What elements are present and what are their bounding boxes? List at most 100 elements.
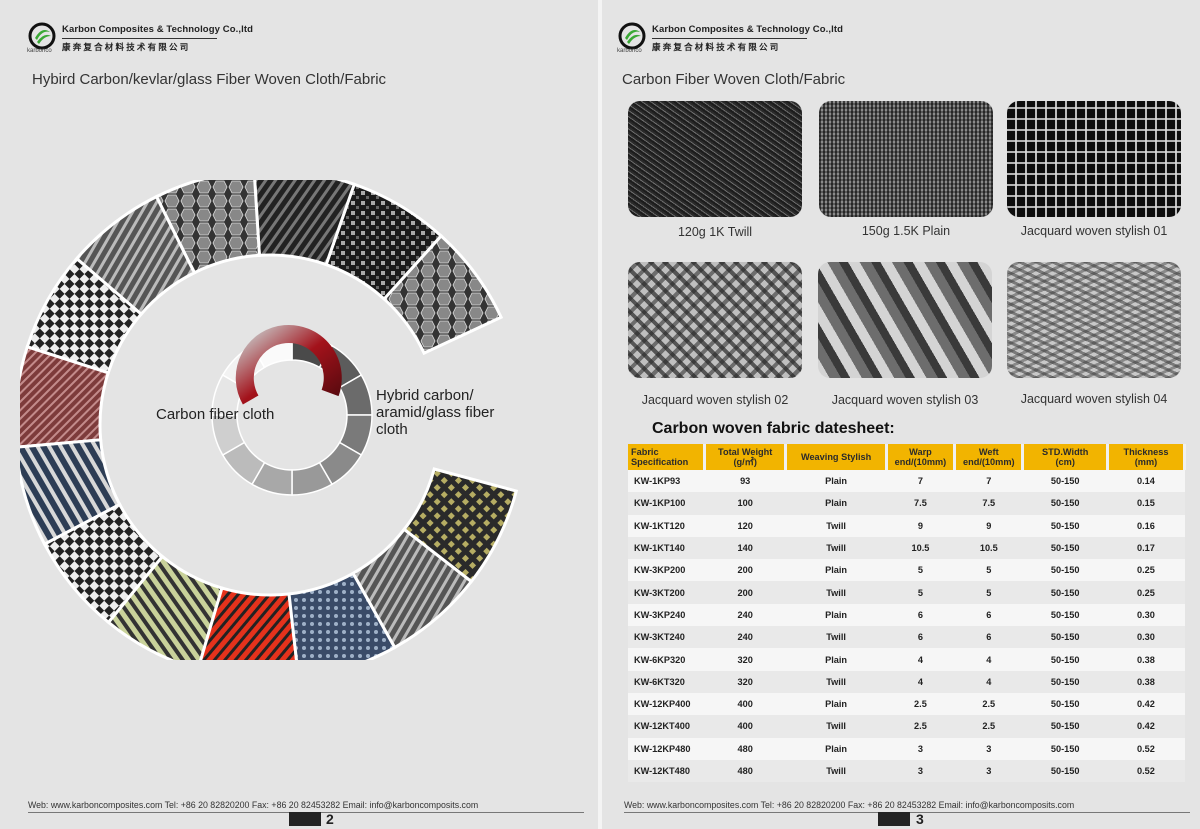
photo-caption: Jacquard woven stylish 01 [1020, 224, 1168, 238]
table-cell: 50-150 [1022, 692, 1108, 716]
table-cell: Plain [785, 603, 887, 627]
table-cell: Twill [785, 626, 887, 649]
brand-logo-text: karbonco [27, 48, 52, 54]
table-row: KW-12KT480 480 Twill 3 3 50-150 0.52 [628, 759, 1185, 783]
table-cell: 3 [886, 737, 955, 760]
table-cell: Plain [785, 648, 887, 671]
table-cell: 3 [954, 759, 1023, 783]
table-cell: 4 [954, 670, 1023, 693]
table-cell: 50-150 [1022, 514, 1108, 537]
table-cell: 200 [704, 559, 786, 582]
photo-caption: 150g 1.5K Plain [861, 224, 951, 238]
table-cell: 9 [886, 514, 955, 537]
brand-block: Karbon Composites & Technology Co.,ltd 康… [62, 24, 253, 53]
company-logo-icon [618, 22, 646, 50]
table-row: KW-6KT320 320 Twill 4 4 50-150 0.38 [628, 670, 1185, 693]
column-header: Weaving Stylish [785, 444, 888, 470]
table-cell: KW-6KT320 [628, 670, 705, 693]
table-cell: KW-3KT200 [628, 581, 705, 604]
table-cell: 0.25 [1107, 581, 1185, 604]
table-cell: 4 [954, 648, 1023, 671]
table-cell: 0.16 [1107, 514, 1185, 537]
table-cell: 2.5 [954, 692, 1023, 716]
page-number: 2 [326, 811, 334, 827]
table-cell: 100 [704, 492, 786, 515]
table-cell: 50-150 [1022, 559, 1108, 582]
table-cell: 2.5 [886, 715, 955, 738]
photo-caption: Jacquard woven stylish 03 [831, 393, 979, 407]
table-cell: 9 [954, 514, 1023, 537]
table-cell: 0.30 [1107, 603, 1185, 627]
table-cell: KW-1KP100 [628, 492, 705, 515]
datasheet-title: Carbon woven fabric datesheet: [652, 420, 895, 437]
table-cell: 0.38 [1107, 670, 1185, 693]
table-cell: 50-150 [1022, 737, 1108, 760]
table-cell: KW-12KT400 [628, 715, 705, 738]
table-cell: 200 [704, 581, 786, 604]
table-cell: 7.5 [954, 492, 1023, 515]
page-title: Hybird Carbon/kevlar/glass Fiber Woven C… [32, 71, 387, 88]
table-cell: 0.25 [1107, 559, 1185, 582]
jacquard-01-photo [1007, 101, 1181, 217]
page-title: Carbon Fiber Woven Cloth/Fabric [622, 71, 846, 88]
column-header: STD.Width (cm) [1022, 444, 1109, 470]
table-cell: KW-6KP320 [628, 648, 705, 671]
table-cell: Plain [785, 492, 887, 515]
table-cell: 7 [886, 470, 955, 493]
table-row: KW-1KP93 93 Plain 7 7 50-150 0.14 [628, 470, 1185, 493]
table-row: KW-3KT240 240 Twill 6 6 50-150 0.30 [628, 626, 1185, 649]
column-header: Thickness (mm) [1107, 444, 1187, 470]
table-cell: 240 [704, 626, 786, 649]
table-cell: KW-1KP93 [628, 470, 705, 493]
table-cell: 480 [704, 759, 786, 783]
table-cell: 0.17 [1107, 536, 1185, 560]
table-cell: 0.42 [1107, 692, 1185, 716]
table-cell: 10.5 [954, 536, 1023, 560]
jacquard-03-photo [818, 262, 992, 378]
table-cell: 50-150 [1022, 626, 1108, 649]
table-cell: 50-150 [1022, 581, 1108, 604]
table-cell: 6 [886, 603, 955, 627]
table-cell: 4 [886, 648, 955, 671]
photo-caption: Jacquard woven stylish 04 [1020, 392, 1168, 406]
table-cell: 93 [704, 470, 786, 493]
table-row: KW-6KP320 320 Plain 4 4 50-150 0.38 [628, 648, 1185, 671]
brand-name-en: Karbon Composites & Technology Co.,ltd [62, 24, 253, 35]
table-cell: 50-150 [1022, 603, 1108, 627]
page-number-tab [878, 812, 910, 826]
table-cell: 0.52 [1107, 737, 1185, 760]
photo-caption: Jacquard woven stylish 02 [641, 393, 789, 407]
table-cell: 2.5 [954, 715, 1023, 738]
table-cell: 50-150 [1022, 670, 1108, 693]
table-cell: 6 [954, 603, 1023, 627]
brand-logo-text: karbonco [617, 48, 642, 54]
column-header: Warp end/(10mm) [886, 444, 957, 470]
brand-divider [652, 38, 807, 39]
datasheet-table: Fabric Specification Total Weight (g/㎡) … [628, 444, 1187, 783]
brand-block: Karbon Composites & Technology Co.,ltd 康… [652, 24, 843, 53]
table-cell: 5 [954, 559, 1023, 582]
table-cell: KW-3KT240 [628, 626, 705, 649]
table-cell: Plain [785, 692, 887, 716]
table-cell: 140 [704, 536, 786, 560]
jacquard-04-photo [1007, 262, 1181, 378]
table-cell: 3 [954, 737, 1023, 760]
table-cell: Twill [785, 759, 887, 783]
table-cell: 6 [954, 626, 1023, 649]
table-cell: Twill [785, 670, 887, 693]
table-row: KW-1KT120 120 Twill 9 9 50-150 0.16 [628, 514, 1185, 537]
table-cell: 6 [886, 626, 955, 649]
table-cell: Twill [785, 581, 887, 604]
table-row: KW-3KT200 200 Twill 5 5 50-150 0.25 [628, 581, 1185, 604]
table-cell: 50-150 [1022, 492, 1108, 515]
table-row: KW-12KT400 400 Twill 2.5 2.5 50-150 0.42 [628, 715, 1185, 738]
table-cell: Twill [785, 715, 887, 738]
column-header: Total Weight (g/㎡) [704, 444, 788, 470]
footer-contact: Web: www.karboncomposites.com Tel: +86 2… [28, 800, 479, 810]
table-cell: 120 [704, 514, 786, 537]
brand-name-cn: 康奔复合材料技术有限公司 [652, 42, 781, 52]
table-cell: 4 [886, 670, 955, 693]
table-cell: 2.5 [886, 692, 955, 716]
table-cell: 0.30 [1107, 626, 1185, 649]
jacquard-02-photo [628, 262, 802, 378]
